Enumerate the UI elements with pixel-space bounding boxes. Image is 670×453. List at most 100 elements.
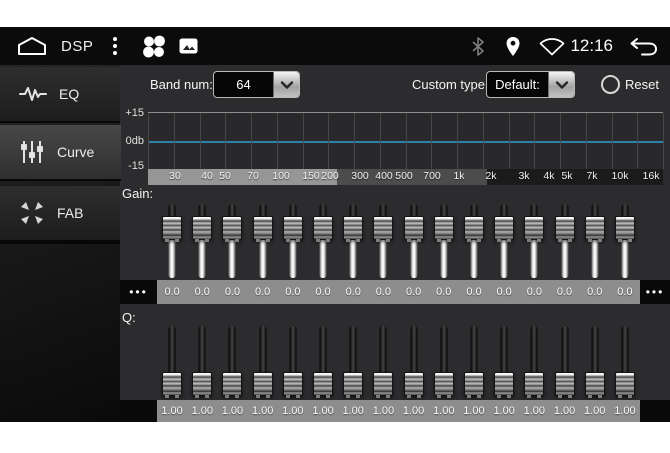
slider-handle[interactable] xyxy=(222,372,242,396)
gain-value: 0.0 xyxy=(157,286,187,298)
q-value: 1.00 xyxy=(278,405,308,417)
slider-handle[interactable] xyxy=(162,216,182,240)
q-value: 1.00 xyxy=(489,405,519,417)
dsp-app-screen: DSP xyxy=(0,0,670,453)
slider-handle[interactable] xyxy=(404,372,424,396)
gridline xyxy=(251,113,252,169)
gain-slider[interactable] xyxy=(368,198,398,278)
sidebar-item-curve[interactable]: Curve xyxy=(0,125,121,181)
slider-track-fill xyxy=(259,240,266,278)
slider-handle[interactable] xyxy=(222,216,242,240)
q-slider[interactable] xyxy=(549,322,579,400)
home-icon[interactable] xyxy=(17,36,47,56)
slider-handle[interactable] xyxy=(524,216,544,240)
q-slider[interactable] xyxy=(399,322,429,400)
freq-tick-label: 3k xyxy=(518,170,529,182)
gain-slider[interactable] xyxy=(308,198,338,278)
gridline xyxy=(174,113,175,169)
q-slider[interactable] xyxy=(338,322,368,400)
gridline xyxy=(560,113,561,169)
slider-handle[interactable] xyxy=(524,372,544,396)
gain-value: 0.0 xyxy=(187,286,217,298)
q-slider[interactable] xyxy=(278,322,308,400)
q-slider[interactable] xyxy=(308,322,338,400)
q-slider[interactable] xyxy=(519,322,549,400)
gain-more-left-button[interactable]: ••• xyxy=(120,280,157,304)
gain-slider[interactable] xyxy=(519,198,549,278)
gain-slider[interactable] xyxy=(248,198,278,278)
q-slider[interactable] xyxy=(489,322,519,400)
slider-handle[interactable] xyxy=(434,372,454,396)
q-slider[interactable] xyxy=(610,322,640,400)
slider-handle[interactable] xyxy=(434,216,454,240)
gallery-icon[interactable] xyxy=(179,38,198,54)
slider-handle[interactable] xyxy=(373,372,393,396)
gain-slider[interactable] xyxy=(338,198,368,278)
gain-slider[interactable] xyxy=(489,198,519,278)
slider-handle[interactable] xyxy=(373,216,393,240)
q-slider[interactable] xyxy=(248,322,278,400)
menu-dots-icon[interactable] xyxy=(113,37,117,55)
slider-handle[interactable] xyxy=(313,216,333,240)
sidebar-item-fab[interactable]: FAB xyxy=(0,186,120,242)
gain-slider[interactable] xyxy=(429,198,459,278)
gain-slider[interactable] xyxy=(459,198,489,278)
gain-slider[interactable] xyxy=(217,198,247,278)
gain-slider[interactable] xyxy=(580,198,610,278)
slider-handle[interactable] xyxy=(343,216,363,240)
slider-handle[interactable] xyxy=(464,372,484,396)
freq-tick-label: 1k xyxy=(453,170,464,182)
slider-handle[interactable] xyxy=(253,216,273,240)
freq-tick-label: 16k xyxy=(643,170,660,182)
gain-value: 0.0 xyxy=(338,286,368,298)
apps-grid-icon[interactable] xyxy=(141,34,166,59)
gain-slider[interactable] xyxy=(187,198,217,278)
slider-handle[interactable] xyxy=(192,372,212,396)
slider-handle[interactable] xyxy=(494,216,514,240)
slider-handle[interactable] xyxy=(555,216,575,240)
slider-handle[interactable] xyxy=(585,216,605,240)
slider-handle[interactable] xyxy=(615,216,635,240)
freq-tick-label: 700 xyxy=(423,170,441,182)
chevron-down-icon[interactable] xyxy=(548,72,574,97)
slider-handle[interactable] xyxy=(585,372,605,396)
q-slider[interactable] xyxy=(580,322,610,400)
slider-handle[interactable] xyxy=(192,216,212,240)
gain-slider[interactable] xyxy=(549,198,579,278)
q-slider[interactable] xyxy=(187,322,217,400)
q-slider[interactable] xyxy=(459,322,489,400)
reset-radio[interactable] xyxy=(601,75,620,94)
slider-handle[interactable] xyxy=(555,372,575,396)
slider-handle[interactable] xyxy=(615,372,635,396)
freq-tick-label: 4k xyxy=(543,170,554,182)
q-slider[interactable] xyxy=(429,322,459,400)
chevron-down-icon[interactable] xyxy=(273,72,299,97)
slider-handle[interactable] xyxy=(494,372,514,396)
gain-slider[interactable] xyxy=(399,198,429,278)
custom-type-dropdown[interactable]: Default: xyxy=(486,71,575,98)
slider-handle[interactable] xyxy=(283,216,303,240)
slider-handle[interactable] xyxy=(313,372,333,396)
gain-more-right-button[interactable]: ••• xyxy=(640,280,670,304)
gain-slider[interactable] xyxy=(278,198,308,278)
slider-handle[interactable] xyxy=(162,372,182,396)
slider-track-fill xyxy=(350,240,357,278)
band-num-dropdown[interactable]: 64 xyxy=(213,71,300,98)
slider-handle[interactable] xyxy=(283,372,303,396)
gain-value: 0.0 xyxy=(459,286,489,298)
q-slider[interactable] xyxy=(157,322,187,400)
slider-handle[interactable] xyxy=(404,216,424,240)
slider-track-fill xyxy=(501,240,508,278)
wifi-icon xyxy=(538,36,566,56)
slider-handle[interactable] xyxy=(464,216,484,240)
slider-handle[interactable] xyxy=(253,372,273,396)
sidebar-item-eq[interactable]: EQ xyxy=(0,67,120,123)
gridline xyxy=(200,113,201,169)
gain-slider[interactable] xyxy=(610,198,640,278)
back-icon[interactable] xyxy=(629,37,658,56)
slider-handle[interactable] xyxy=(343,372,363,396)
q-slider[interactable] xyxy=(368,322,398,400)
gridline xyxy=(612,113,613,169)
gain-slider[interactable] xyxy=(157,198,187,278)
q-slider[interactable] xyxy=(217,322,247,400)
